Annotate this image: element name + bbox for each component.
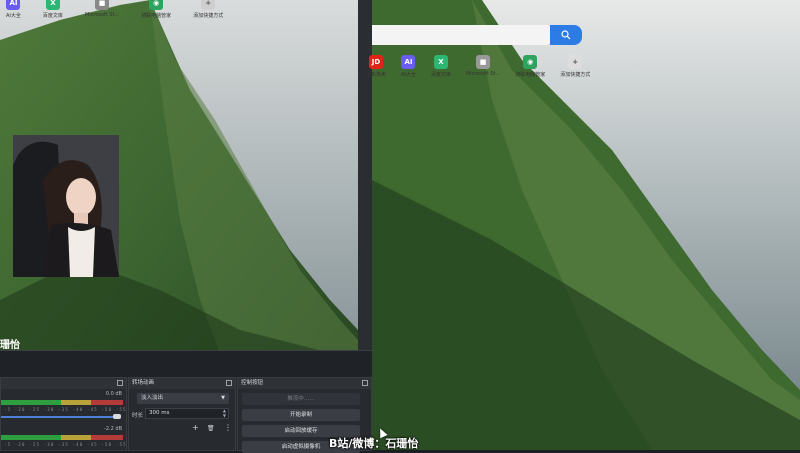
plus-icon: + xyxy=(201,0,216,10)
transitions-dock: 转场动画 淡入淡出 ▼ 时长 300 ms ▲ ▼ + 🗑 ⋮ xyxy=(128,377,236,451)
shortcut-msstore[interactable]: ■ Microsoft St... xyxy=(85,0,119,19)
popout-icon[interactable] xyxy=(117,380,123,386)
search-button[interactable] xyxy=(550,25,582,45)
plus-icon: + xyxy=(568,55,583,69)
shortcut-msstore[interactable]: ■ Microsoft St... xyxy=(466,55,500,78)
shortcut-pcmanager[interactable]: ◉ 骑联电脑管家 xyxy=(515,55,545,78)
ai-icon: AI xyxy=(401,55,416,69)
track1-meter xyxy=(1,400,123,405)
shortcut-ai[interactable]: AI AI大全 xyxy=(401,55,416,78)
track1-slider-handle[interactable] xyxy=(113,414,121,419)
store-icon: ■ xyxy=(476,55,491,69)
more-options-button[interactable]: ⋮ xyxy=(224,423,232,432)
ai-icon: AI xyxy=(6,0,21,10)
shortcut-ai[interactable]: AI AI大全 xyxy=(6,0,21,19)
shortcut-wenku[interactable]: X 百度文库 xyxy=(431,55,451,78)
spinner-icon[interactable]: ▲ ▼ xyxy=(223,408,226,418)
add-transition-button[interactable]: + xyxy=(192,423,199,432)
popout-icon[interactable] xyxy=(362,380,368,386)
popout-icon[interactable] xyxy=(226,380,232,386)
store-icon: ■ xyxy=(95,0,110,10)
track1-ticks: -5 -20 -25 -30 -35 -40 -45 -50 -55 -60 xyxy=(4,407,142,412)
track2-ticks: -5 -20 -25 -30 -35 -40 -45 -50 -55 -60 xyxy=(4,442,142,447)
track1-db: 0.0 dB xyxy=(105,391,122,397)
left-browser-shortcuts: AI AI大全 X 百度文库 ■ Microsoft St... ◉ 骑联电脑管家 + 添… xyxy=(6,0,223,19)
right-browser-shortcuts: JD 京东热卖 AI AI大全 X 百度文库 ■ Microsoft St... ◉ 骑联… xyxy=(366,55,590,78)
transition-select[interactable]: 淡入淡出 ▼ xyxy=(137,393,229,404)
search-icon xyxy=(561,30,571,40)
track1-volume-slider[interactable] xyxy=(1,416,113,418)
webcam-overlay xyxy=(13,135,119,277)
delete-transition-button[interactable]: 🗑 xyxy=(207,425,215,432)
shortcut-jd[interactable]: JD 京东热卖 xyxy=(366,55,386,78)
duration-input[interactable]: 300 ms ▲ ▼ xyxy=(145,408,229,419)
search-input[interactable] xyxy=(372,25,550,45)
shortcut-add[interactable]: + 添加快捷方式 xyxy=(560,55,590,78)
shortcut-pcmanager[interactable]: ◉ 骑联电脑管家 xyxy=(141,0,171,19)
social-caption: B站/微博：石珊怡 xyxy=(329,437,419,450)
shortcut-add[interactable]: + 添加快捷方式 xyxy=(193,0,223,19)
start-recording-button[interactable]: 开始录制 xyxy=(242,409,360,421)
streaming-button[interactable]: 推流中…… xyxy=(242,393,360,405)
pc-manager-icon: ◉ xyxy=(523,55,538,69)
track2-db: -2.2 dB xyxy=(104,426,122,432)
streamer-name-text: 珊怡 xyxy=(0,340,20,351)
duration-label: 时长 xyxy=(132,413,144,419)
wenku-icon: X xyxy=(433,55,448,69)
wenku-icon: X xyxy=(45,0,60,10)
audio-mixer-dock: . 0.0 dB -5 -20 -25 -30 -35 -40 -45 -50 … xyxy=(0,377,140,451)
jd-icon: JD xyxy=(369,55,383,69)
pc-manager-icon: ◉ xyxy=(149,0,164,10)
obs-tab-bar xyxy=(0,351,372,377)
obs-docks: . 0.0 dB -5 -20 -25 -30 -35 -40 -45 -50 … xyxy=(0,350,372,453)
shortcut-wenku[interactable]: X 百度文库 xyxy=(43,0,63,19)
chevron-down-icon: ▼ xyxy=(221,395,225,401)
track2-meter xyxy=(1,435,123,440)
